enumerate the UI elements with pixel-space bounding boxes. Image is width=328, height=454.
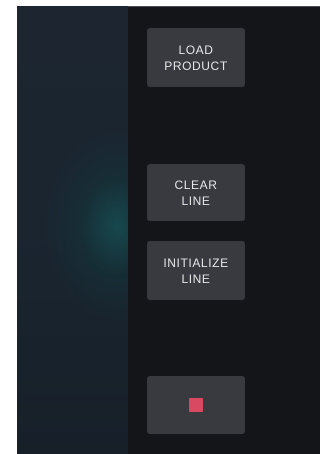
initialize-line-button[interactable]: INITIALIZE LINE bbox=[147, 241, 245, 300]
load-product-label-line2: PRODUCT bbox=[164, 58, 228, 73]
load-product-button[interactable]: LOAD PRODUCT bbox=[147, 28, 245, 87]
clear-line-button[interactable]: CLEAR LINE bbox=[147, 164, 245, 221]
stop-button[interactable] bbox=[147, 376, 245, 434]
stop-square-icon bbox=[189, 398, 203, 412]
initialize-line-label-line1: INITIALIZE bbox=[163, 255, 229, 270]
clear-line-label-line1: CLEAR bbox=[174, 177, 218, 192]
load-product-label-line1: LOAD bbox=[178, 42, 214, 57]
initialize-line-label-line2: LINE bbox=[181, 271, 211, 286]
control-panel: LOAD PRODUCT CLEAR LINE INITIALIZE LINE bbox=[17, 6, 320, 454]
preview-panel bbox=[17, 6, 128, 454]
clear-line-label-line2: LINE bbox=[181, 193, 211, 208]
